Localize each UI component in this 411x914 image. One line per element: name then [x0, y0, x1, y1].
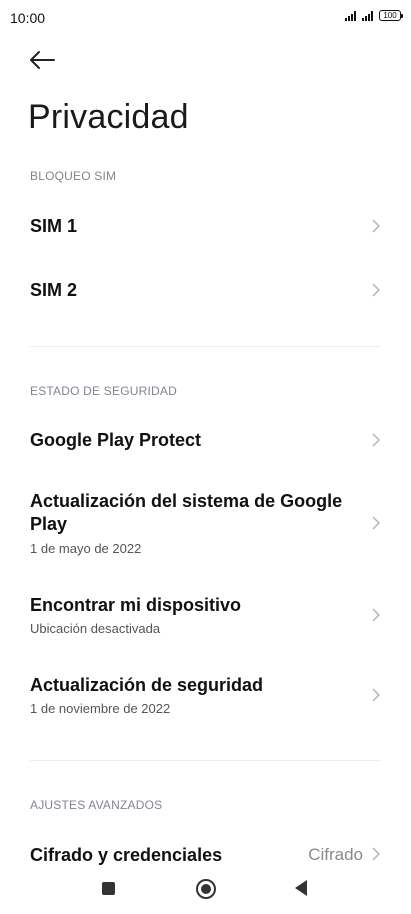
chevron-right-icon — [372, 608, 381, 622]
back-button[interactable] — [28, 48, 56, 72]
section-header-security-status: ESTADO DE SEGURIDAD — [30, 384, 177, 398]
status-bar: 10:00 100 — [0, 0, 411, 36]
sim2-item[interactable]: SIM 2 — [0, 262, 411, 318]
navigation-bar — [0, 868, 411, 914]
section-header-advanced-settings: AJUSTES AVANZADOS — [30, 798, 163, 812]
chevron-right-icon — [372, 516, 381, 530]
security-update-item[interactable]: Actualización de seguridad 1 de noviembr… — [0, 668, 411, 724]
divider — [30, 346, 381, 347]
status-icons: 100 — [345, 10, 403, 21]
google-play-system-update-title: Actualización del sistema de Google Play — [30, 491, 343, 534]
find-my-device-title: Encontrar mi dispositivo — [30, 595, 242, 615]
signal-sim1-icon — [345, 10, 356, 21]
security-update-title: Actualización de seguridad — [30, 675, 264, 695]
chevron-right-icon — [372, 283, 381, 297]
encryption-status-value: Cifrado — [308, 845, 363, 864]
battery-icon: 100 — [379, 10, 403, 21]
chevron-right-icon — [372, 219, 381, 233]
divider — [30, 760, 381, 761]
signal-sim2-icon — [362, 10, 373, 21]
sim2-title: SIM 2 — [30, 280, 78, 300]
google-play-system-update-date: 1 de mayo de 2022 — [30, 541, 142, 556]
chevron-right-icon — [372, 688, 381, 702]
recents-button[interactable] — [102, 882, 115, 895]
section-header-sim-lock: BLOQUEO SIM — [30, 169, 117, 183]
sim1-title: SIM 1 — [30, 216, 78, 236]
google-play-system-update-item[interactable]: Actualización del sistema de Google Play… — [0, 484, 411, 564]
home-button[interactable] — [196, 879, 216, 899]
chevron-right-icon — [372, 433, 381, 447]
security-update-date: 1 de noviembre de 2022 — [30, 701, 171, 716]
google-play-protect-item[interactable]: Google Play Protect — [0, 412, 411, 468]
nav-back-button[interactable] — [295, 880, 307, 896]
privacy-settings-screen: 10:00 100 Privacidad BLOQUEO SIM SIM 1 S… — [0, 0, 411, 914]
chevron-right-icon — [372, 847, 381, 861]
page-title: Privacidad — [28, 98, 189, 136]
find-my-device-item[interactable]: Encontrar mi dispositivo Ubicación desac… — [0, 588, 411, 644]
sim1-item[interactable]: SIM 1 — [0, 198, 411, 254]
find-my-device-status: Ubicación desactivada — [30, 621, 161, 636]
status-time: 10:00 — [10, 10, 46, 26]
arrow-left-icon — [30, 51, 55, 69]
google-play-protect-title: Google Play Protect — [30, 430, 202, 450]
